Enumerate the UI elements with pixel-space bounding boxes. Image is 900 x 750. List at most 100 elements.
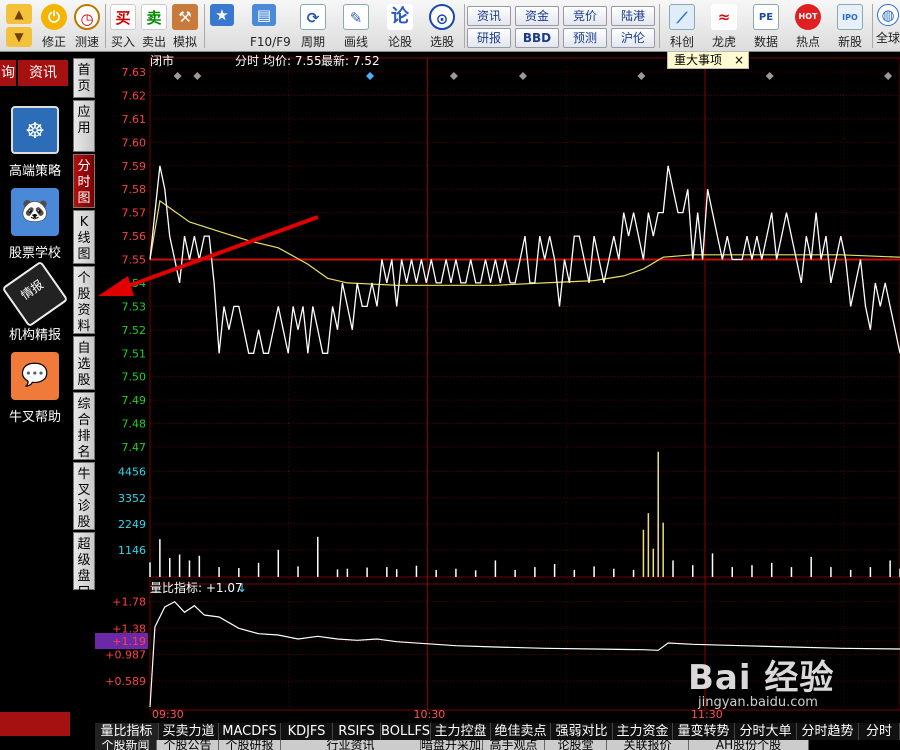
toolbar-button-dragon-tiger[interactable]: ≈ 龙虎	[704, 2, 744, 50]
discuss-icon: 论	[387, 4, 413, 30]
vtab-watchlist[interactable]: 自选股	[73, 336, 95, 390]
sidebar-item-help[interactable]: 💬 牛叉帮助	[2, 352, 68, 425]
news-tab[interactable]: 高手观点	[483, 740, 545, 750]
vtab-super-orderbook[interactable]: 超级盘口	[73, 532, 95, 600]
buy-icon: 买	[110, 4, 136, 30]
major-event-notice[interactable]: 重大事项 ×	[667, 51, 749, 69]
star-window-icon: ★	[210, 4, 234, 26]
price-tick-label: 7.53	[122, 300, 147, 313]
vtab-stock-profile[interactable]: 个股资料	[73, 266, 95, 334]
notice-label: 重大事项	[674, 53, 723, 67]
toolbar-button-sell[interactable]: 卖 卖出	[139, 2, 169, 50]
toolbar-button-buy[interactable]: 买 买入	[108, 2, 138, 50]
quick-button-research[interactable]: 研报	[467, 28, 511, 48]
pe-data-icon: PE	[753, 4, 779, 30]
quick-button-forecast[interactable]: 预测	[563, 28, 607, 48]
period-icon: ⟳	[300, 4, 326, 30]
indicator-tab[interactable]: 主力资金	[613, 723, 673, 740]
vtab-kline[interactable]: K线图	[73, 210, 95, 264]
toolbar-button-data[interactable]: PE 数据	[746, 2, 786, 50]
chart-last-price: 最新: 7.52	[321, 53, 380, 68]
indicator-tab[interactable]: 分时	[859, 723, 900, 740]
toolbar-button-simulate[interactable]: ⚒ 模拟	[170, 2, 200, 50]
sidebar-tab-query[interactable]: 询	[0, 60, 16, 86]
toolbar-button-ipo[interactable]: IPO 新股	[830, 2, 870, 50]
toolbar-button-refresh[interactable]: ⏻ 修正	[38, 2, 70, 50]
indicator-tab[interactable]: 分时趋势	[797, 723, 859, 740]
chart-axes: 7.63 7.62 7.61 7.60 7.59 7.58 7.57 7.56 7.55 7.54…	[93, 66, 723, 721]
toolbar-button-discuss[interactable]: 论 论股	[380, 2, 420, 50]
toolbar-button-speedtest[interactable]: ◷ 测速	[72, 2, 102, 50]
news-tab[interactable]: 个股公告	[157, 740, 219, 750]
indicator-tab[interactable]: 分时大单	[735, 723, 797, 740]
news-tab[interactable]: 关联报价	[607, 740, 689, 750]
quick-button-shanghai-london[interactable]: 沪伦	[611, 28, 655, 48]
indicator-tab[interactable]: RSIFS	[333, 723, 381, 740]
toolbar-button-kechuang[interactable]: ⟋ 科创	[662, 2, 702, 50]
toolbar-button-draw[interactable]: ✎ 画线	[336, 2, 376, 50]
indicator-tab[interactable]: MACDFS	[219, 723, 281, 740]
news-tab[interactable]: 论股堂	[545, 740, 607, 750]
event-marker-icon	[193, 72, 202, 80]
price-tick-label: 7.51	[122, 347, 147, 360]
chart-frame	[149, 57, 900, 711]
indicator-tab[interactable]: 主力控盘	[431, 723, 491, 740]
toolbar-button-f10[interactable]: ★ ▤ F10/F9	[208, 2, 291, 50]
clock-icon: ◷	[74, 4, 100, 30]
indicator-tab[interactable]: 买卖力道	[159, 723, 219, 740]
vtab-intraday[interactable]: 分时图	[73, 154, 95, 208]
chart-avg-price: 均价: 7.55	[263, 54, 322, 68]
scroll-arrows[interactable]: ▲ ▼	[2, 2, 36, 50]
news-tab[interactable]: 个股新闻	[95, 740, 157, 750]
toolbar-button-select-stock[interactable]: ⊙ 选股	[422, 2, 462, 50]
quick-button-news[interactable]: 资讯	[467, 6, 511, 26]
indicator-tab[interactable]: 量比指标	[95, 723, 159, 740]
school-icon: 🐼	[11, 188, 59, 236]
sidebar-item-label: 机构精报	[8, 328, 61, 343]
event-markers	[173, 72, 893, 80]
ratio-tick-label: +0.589	[105, 675, 146, 688]
sidebar-tab-news[interactable]: 资讯	[18, 60, 68, 86]
select-stock-icon: ⊙	[429, 4, 455, 30]
intraday-chart-panel[interactable]: 7.63 7.62 7.61 7.60 7.59 7.58 7.57 7.56 7.55 7.54…	[93, 52, 900, 722]
price-tick-label: 7.48	[122, 418, 147, 431]
indicator-tab[interactable]: KDJFS	[281, 723, 333, 740]
intraday-chart[interactable]: 7.63 7.62 7.61 7.60 7.59 7.58 7.57 7.56 7.55 7.54…	[93, 52, 900, 722]
toolbar-button-hot[interactable]: HOT 热点	[788, 2, 828, 50]
indicator-tab[interactable]: 量变转势	[673, 723, 735, 740]
quick-button-auction[interactable]: 竞价	[563, 6, 607, 26]
indicator-tab[interactable]: 绝佳卖点	[491, 723, 551, 740]
news-tab[interactable]: 行业资讯	[281, 740, 421, 750]
toolbar-button-global[interactable]: ◍ 全球	[876, 2, 900, 50]
hot-icon: HOT	[795, 4, 821, 30]
volume-tick-label: 4456	[118, 466, 146, 479]
news-tab[interactable]: 个股研报	[219, 740, 281, 750]
price-tick-label: 7.57	[122, 207, 147, 220]
quick-button-bbd[interactable]: BBD	[515, 28, 559, 48]
price-tick-label: 7.47	[122, 441, 147, 454]
avg-price-line	[149, 199, 900, 286]
ratio-tick-label: +0.987	[105, 649, 146, 662]
quick-button-funds[interactable]: 资金	[515, 6, 559, 26]
close-icon[interactable]: ×	[734, 52, 744, 68]
sidebar-item-label: 高端策略	[8, 164, 61, 179]
indicator-tab[interactable]: BOLLFS	[381, 723, 431, 740]
event-marker-icon	[449, 72, 458, 80]
ipo-icon: IPO	[837, 4, 863, 30]
sidebar-item-intel[interactable]: 情报 机构精报	[1, 260, 69, 343]
watermark-logo-text: Bai 经验	[688, 658, 835, 698]
sidebar-item-strategy[interactable]: ☸ 高端策略	[2, 106, 68, 179]
news-tab[interactable]: 暗盘开采加工	[421, 740, 483, 750]
vtab-diagnosis[interactable]: 牛叉诊股	[73, 462, 95, 530]
quick-button-hk-connect[interactable]: 陆港	[611, 6, 655, 26]
toolbar-button-label: 热点	[795, 35, 820, 49]
vtab-home[interactable]: 首页	[73, 58, 95, 98]
news-tab[interactable]: AH股份个股	[689, 740, 809, 750]
vtab-ranking[interactable]: 综合排名	[73, 392, 95, 460]
sidebar-item-school[interactable]: 🐼 股票学校	[2, 188, 68, 261]
indicator-tab[interactable]: 强弱对比	[551, 723, 613, 740]
vtab-apps[interactable]: 应用	[73, 100, 95, 152]
down-arrow-icon: ▼	[6, 27, 32, 47]
toolbar-button-period[interactable]: ⟳ 周期	[292, 2, 334, 50]
volume-bars	[149, 451, 900, 577]
